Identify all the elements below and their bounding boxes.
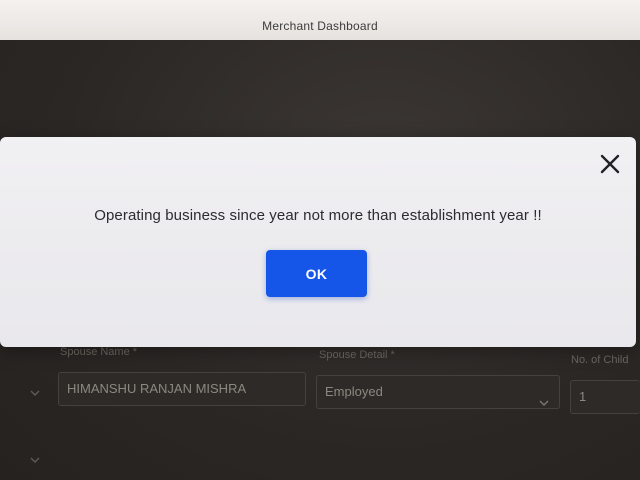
spouse-name-label: Spouse Name * — [60, 346, 138, 358]
spouse-detail-select[interactable]: Employed — [316, 375, 560, 409]
chevron-down-icon — [539, 388, 549, 407]
screen: Merchant Dashboard Spouse Name * HIMANSH… — [0, 0, 640, 480]
window-titlebar: Merchant Dashboard — [0, 0, 640, 40]
close-icon — [600, 154, 620, 174]
spouse-name-input[interactable]: HIMANSHU RANJAN MISHRA — [58, 372, 306, 406]
alert-dialog: Operating business since year not more t… — [0, 137, 636, 347]
children-count-input[interactable]: 1 — [570, 380, 640, 414]
spouse-detail-value: Employed — [325, 384, 383, 399]
close-button[interactable] — [598, 152, 622, 176]
window-title: Merchant Dashboard — [262, 19, 378, 33]
children-count-label: No. of Child — [571, 354, 629, 366]
ok-button[interactable]: OK — [266, 250, 367, 297]
spouse-details-row: Spouse Name * HIMANSHU RANJAN MISHRA Spo… — [0, 340, 640, 480]
alert-message: Operating business since year not more t… — [94, 207, 542, 224]
chevron-down-icon[interactable] — [30, 452, 40, 464]
spouse-detail-label: Spouse Detail * — [319, 349, 395, 361]
chevron-down-icon[interactable] — [30, 385, 40, 397]
